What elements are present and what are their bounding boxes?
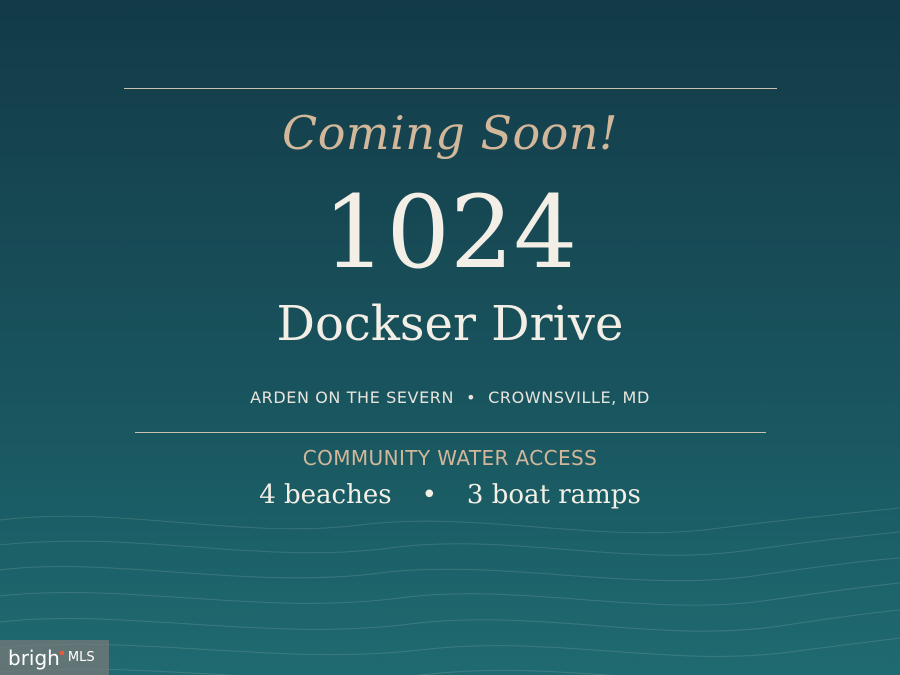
bright-mls-logo: brigh MLS <box>0 640 109 675</box>
middle-divider <box>135 432 766 433</box>
logo-brand: brigh <box>8 645 60 670</box>
logo-accent-mark <box>59 650 64 655</box>
coming-soon-headline: Coming Soon! <box>282 106 618 160</box>
top-divider <box>124 88 777 89</box>
street-number: 1024 <box>322 174 578 291</box>
location-line: ARDEN ON THE SEVERN • CROWNSVILLE, MD <box>0 388 900 407</box>
logo-mls: MLS <box>67 650 95 665</box>
beaches-count: 4 beaches <box>259 480 392 510</box>
location-separator: • <box>466 388 477 407</box>
city-state: CROWNSVILLE, MD <box>488 388 650 407</box>
street-name: Dockser Drive <box>276 296 624 352</box>
community-name: ARDEN ON THE SEVERN <box>250 388 455 407</box>
boat-ramps-count: 3 boat ramps <box>466 480 641 510</box>
water-access-title: COMMUNITY WATER ACCESS <box>302 446 598 470</box>
water-access-list: 4 beaches • 3 boat ramps <box>0 480 900 510</box>
amenity-separator: • <box>421 480 437 510</box>
